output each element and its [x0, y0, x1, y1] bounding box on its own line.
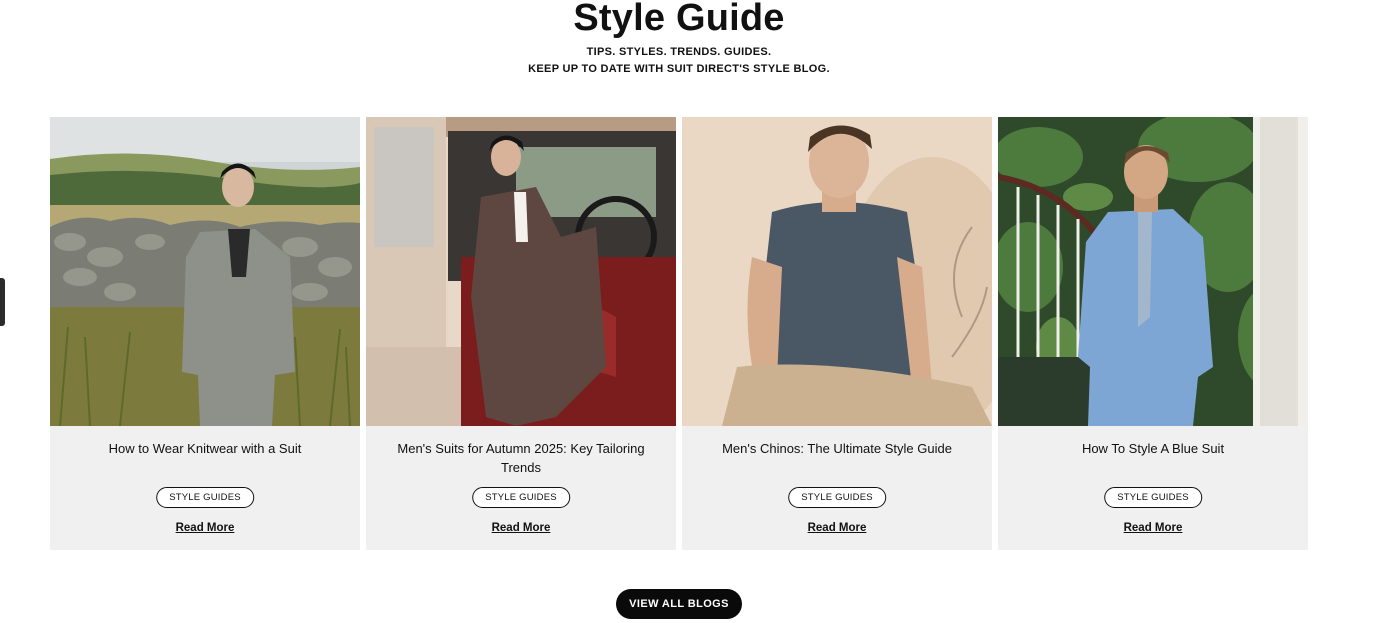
blog-card-image[interactable]	[998, 117, 1308, 426]
blog-card-image[interactable]	[50, 117, 360, 426]
blog-card-title[interactable]: Men's Chinos: The Ultimate Style Guide	[702, 439, 972, 458]
tagline-line-1: TIPS. STYLES. TRENDS. GUIDES.	[586, 46, 772, 58]
autumn-suit-car-photo	[366, 117, 676, 426]
blue-suit-photo	[998, 117, 1308, 426]
blog-card-image[interactable]	[682, 117, 992, 426]
knitwear-suit-photo	[50, 117, 360, 426]
blog-card[interactable]: How To Style A Blue Suit STYLE GUIDES Re…	[998, 117, 1308, 550]
category-tag[interactable]: STYLE GUIDES	[156, 487, 254, 508]
view-all-blogs-button[interactable]: VIEW ALL BLOGS	[616, 589, 742, 619]
blog-card-title[interactable]: How To Style A Blue Suit	[1018, 439, 1288, 458]
blog-card[interactable]: Men's Chinos: The Ultimate Style Guide S…	[682, 117, 992, 550]
category-tag[interactable]: STYLE GUIDES	[788, 487, 886, 508]
blog-card-title[interactable]: Men's Suits for Autumn 2025: Key Tailori…	[386, 439, 656, 477]
tagline-line-2: KEEP UP TO DATE WITH SUIT DIRECT'S STYLE…	[528, 63, 830, 75]
blog-card[interactable]: How to Wear Knitwear with a Suit STYLE G…	[50, 117, 360, 550]
read-more-link[interactable]: Read More	[998, 522, 1308, 534]
category-tag[interactable]: STYLE GUIDES	[1104, 487, 1202, 508]
read-more-link[interactable]: Read More	[682, 522, 992, 534]
read-more-link[interactable]: Read More	[50, 522, 360, 534]
blog-card-image[interactable]	[366, 117, 676, 426]
chinos-style-photo	[682, 117, 992, 426]
page-title: Style Guide	[573, 0, 785, 39]
category-tag[interactable]: STYLE GUIDES	[472, 487, 570, 508]
read-more-link[interactable]: Read More	[366, 522, 676, 534]
blog-card[interactable]: Men's Suits for Autumn 2025: Key Tailori…	[366, 117, 676, 550]
blog-card-title[interactable]: How to Wear Knitwear with a Suit	[70, 439, 340, 458]
side-feedback-tab[interactable]	[0, 278, 5, 326]
